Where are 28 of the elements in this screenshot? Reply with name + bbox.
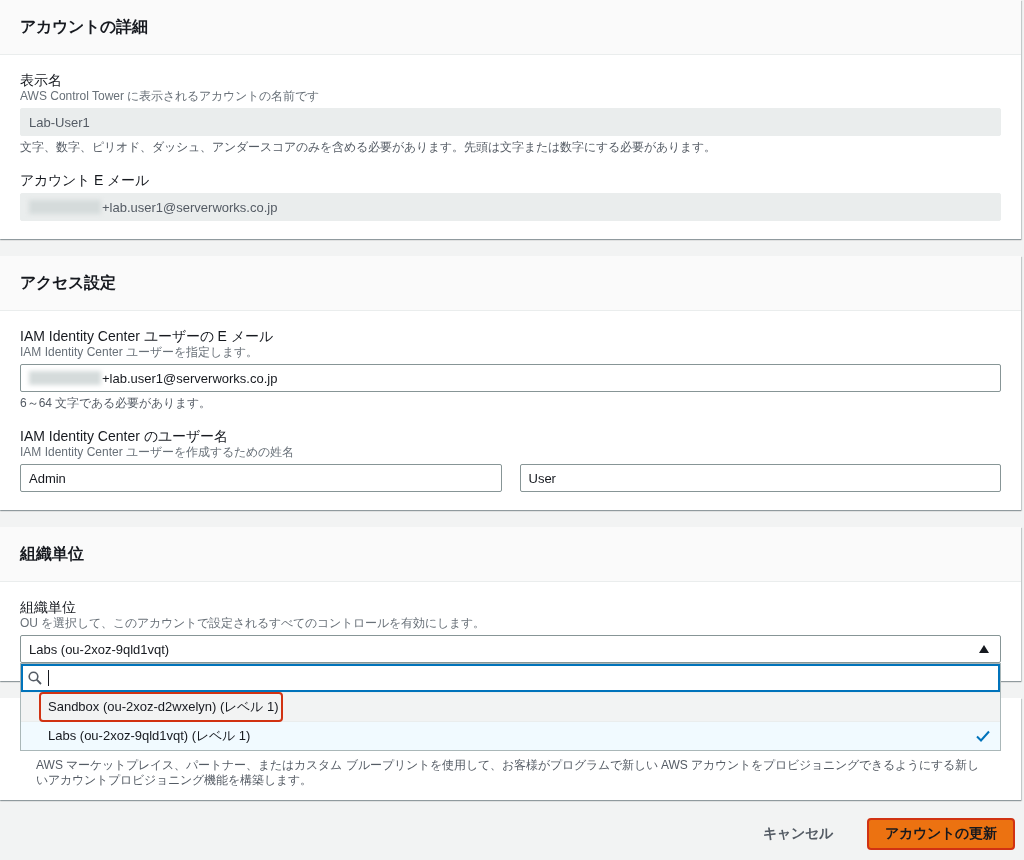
panel-header: 組織単位: [0, 527, 1021, 582]
caret-icon: [979, 645, 989, 653]
input-field[interactable]: Admin: [20, 464, 502, 492]
ou-dropdown[interactable]: Labs (ou-2xoz-9qld1vqt): [20, 635, 1001, 663]
search-icon: [28, 671, 42, 685]
update-account-button[interactable]: アカウントの更新: [867, 818, 1015, 850]
checkmark-icon: [976, 730, 990, 742]
panel-header: アカウントの詳細: [0, 0, 1021, 55]
input-field[interactable]: User: [519, 464, 1001, 492]
field-label: 表示名: [20, 71, 63, 89]
field-label: アカウント E メール: [20, 171, 151, 189]
field-description: OU を選択して、このアカウントで設定されるすべてのコントロールを有効にします。: [20, 616, 487, 631]
search-field[interactable]: [21, 664, 1000, 692]
field-label: IAM Identity Center ユーザーの E メール: [20, 327, 274, 345]
dropdown-option[interactable]: Sandbox (ou-2xoz-d2wxelyn) (レベル 1): [21, 692, 1000, 721]
field-label: 組織単位: [20, 598, 77, 616]
panel-description: AWS マーケットプレイス、パートナー、またはカスタム ブループリントを使用して、お客様がプログラムで新しい AWS アカウントをプロビジョニングできるようにする新しいアカウントプロビジョニング機能を構築します。: [36, 758, 981, 788]
cancel-button[interactable]: キャンセル: [747, 821, 849, 847]
panel-header: アクセス設定: [0, 256, 1021, 311]
dropdown-option[interactable]: Labs (ou-2xoz-9qld1vqt) (レベル 1): [21, 721, 1000, 750]
field-constraint: 文字、数字、ピリオド、ダッシュ、アンダースコアのみを含める必要があります。先頭は文字または数字にする必要があります。: [20, 140, 717, 155]
field-description: AWS Control Tower に表示されるアカウントの名前です: [20, 89, 321, 104]
text-cursor: [48, 670, 49, 686]
field-description: IAM Identity Center ユーザーを作成するための姓名: [20, 445, 296, 460]
field-description: IAM Identity Center ユーザーを指定します。: [20, 345, 260, 360]
field-constraint: 6～64 文字である必要があります。: [20, 396, 213, 411]
field-label: IAM Identity Center のユーザー名: [20, 427, 229, 445]
input-field[interactable]: +lab.user1@serverworks.co.jp: [20, 364, 1001, 392]
